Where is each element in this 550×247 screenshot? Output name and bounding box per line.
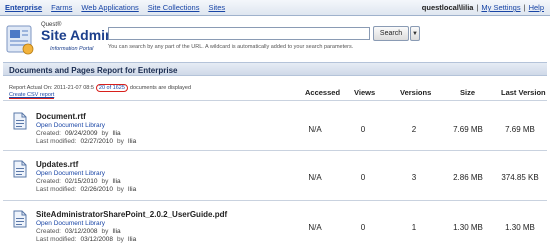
- site-admin-logo-icon: [6, 25, 34, 55]
- versions-value: 1: [411, 223, 417, 232]
- created-date: 02/15/2010: [64, 178, 98, 185]
- my-settings-link[interactable]: My Settings: [481, 3, 520, 12]
- views-value: 0: [360, 125, 366, 134]
- accessed-value: N/A: [308, 125, 322, 134]
- last-version-value: 374.85 KB: [501, 173, 539, 182]
- by-label: by: [101, 228, 109, 235]
- document-icon: [13, 210, 27, 228]
- document-library-link[interactable]: Open Document Library: [36, 170, 105, 177]
- report-info: Report Actual On: 2011-21-07 08:5 20 of …: [9, 84, 191, 92]
- created-by: Ilia: [112, 178, 121, 185]
- modified-by: Ilia: [127, 138, 137, 145]
- created-date: 09/24/2009: [64, 130, 98, 137]
- user-menu: questlocal\lilia | My Settings | Help: [422, 3, 544, 12]
- displayed-count: 20 of 1625: [95, 84, 128, 92]
- by-label: by: [117, 186, 124, 193]
- column-header-accessed[interactable]: Accessed: [305, 88, 340, 97]
- document-name[interactable]: SiteAdministratorSharePoint_2.0.2_UserGu…: [36, 210, 227, 219]
- separator: |: [523, 3, 526, 12]
- create-csv-report-link[interactable]: Create CSV report: [9, 92, 55, 99]
- modified-label: Last modified:: [36, 138, 77, 145]
- breadcrumb-nav: Enterprise Farms Web Applications Site C…: [5, 3, 225, 12]
- site-admin-logo[interactable]: Quest® Site Admin Information Portal: [6, 21, 114, 59]
- created-label: Created:: [36, 228, 61, 235]
- modified-date: 02/27/2010: [80, 138, 114, 145]
- app-title: Site Admin: [41, 27, 114, 43]
- modified-label: Last modified:: [36, 186, 77, 193]
- document-name[interactable]: Updates.rtf: [36, 160, 78, 169]
- report-header: Documents and Pages Report for Enterpris…: [3, 62, 547, 76]
- document-modified: Last modified: 03/12/2008 by Ilia: [36, 236, 136, 243]
- divider: [3, 100, 547, 101]
- last-version-value: 1.30 MB: [505, 223, 535, 232]
- views-value: 0: [360, 173, 366, 182]
- by-label: by: [117, 236, 124, 243]
- nav-farms[interactable]: Farms: [51, 3, 72, 12]
- size-value: 7.69 MB: [453, 125, 483, 134]
- separator: |: [476, 3, 479, 12]
- document-modified: Last modified: 02/26/2010 by Ilia: [36, 186, 136, 193]
- versions-value: 2: [411, 125, 417, 134]
- top-nav-bar: Enterprise Farms Web Applications Site C…: [0, 0, 550, 16]
- last-version-value: 7.69 MB: [505, 125, 535, 134]
- created-label: Created:: [36, 130, 61, 137]
- modified-label: Last modified:: [36, 236, 77, 243]
- by-label: by: [101, 178, 109, 185]
- search-hint: You can search by any part of the URL. A…: [108, 44, 354, 50]
- search-button-label: Search: [379, 30, 403, 37]
- document-library-link[interactable]: Open Document Library: [36, 220, 105, 227]
- nav-web-applications[interactable]: Web Applications: [81, 3, 138, 12]
- nav-sites[interactable]: Sites: [208, 3, 225, 12]
- document-created: Created: 02/15/2010 by Ilia: [36, 178, 121, 185]
- column-header-last-version[interactable]: Last Version: [501, 88, 546, 97]
- column-header-size[interactable]: Size: [460, 88, 475, 97]
- divider: [3, 200, 547, 201]
- created-label: Created:: [36, 178, 61, 185]
- document-library-link[interactable]: Open Document Library: [36, 122, 105, 129]
- document-icon: [13, 160, 27, 178]
- column-header-views[interactable]: Views: [354, 88, 375, 97]
- document-modified: Last modified: 02/27/2010 by Ilia: [36, 138, 136, 145]
- modified-date: 02/26/2010: [80, 186, 114, 193]
- chevron-down-icon: ▼: [412, 30, 418, 37]
- created-by: Ilia: [112, 130, 121, 137]
- search-options-dropdown[interactable]: ▼: [410, 26, 420, 41]
- modified-date: 03/12/2008: [80, 236, 114, 243]
- document-name[interactable]: Document.rtf: [36, 112, 86, 121]
- size-value: 2.86 MB: [453, 173, 483, 182]
- search-button[interactable]: Search: [373, 26, 409, 41]
- page-title: Documents and Pages Report for Enterpris…: [9, 66, 178, 75]
- document-created: Created: 03/12/2008 by Ilia: [36, 228, 121, 235]
- modified-by: Ilia: [127, 186, 137, 193]
- app-subtitle: Information Portal: [50, 46, 94, 52]
- size-value: 1.30 MB: [453, 223, 483, 232]
- report-date: Report Actual On: 2011-21-07 08:5: [9, 85, 94, 91]
- versions-value: 3: [411, 173, 417, 182]
- accessed-value: N/A: [308, 223, 322, 232]
- modified-by: Ilia: [127, 236, 137, 243]
- report-info-suffix: documents are displayed: [129, 85, 192, 91]
- document-created: Created: 09/24/2009 by Ilia: [36, 130, 121, 137]
- current-user[interactable]: questlocal\lilia: [422, 3, 474, 12]
- created-date: 03/12/2008: [64, 228, 98, 235]
- accessed-value: N/A: [308, 173, 322, 182]
- search-input[interactable]: [108, 27, 370, 40]
- nav-site-collections[interactable]: Site Collections: [148, 3, 200, 12]
- created-by: Ilia: [112, 228, 121, 235]
- help-link[interactable]: Help: [529, 3, 544, 12]
- divider: [3, 150, 547, 151]
- column-header-versions[interactable]: Versions: [400, 88, 431, 97]
- document-icon: [13, 112, 27, 130]
- views-value: 0: [360, 223, 366, 232]
- by-label: by: [101, 130, 109, 137]
- nav-enterprise[interactable]: Enterprise: [5, 3, 42, 12]
- by-label: by: [117, 138, 124, 145]
